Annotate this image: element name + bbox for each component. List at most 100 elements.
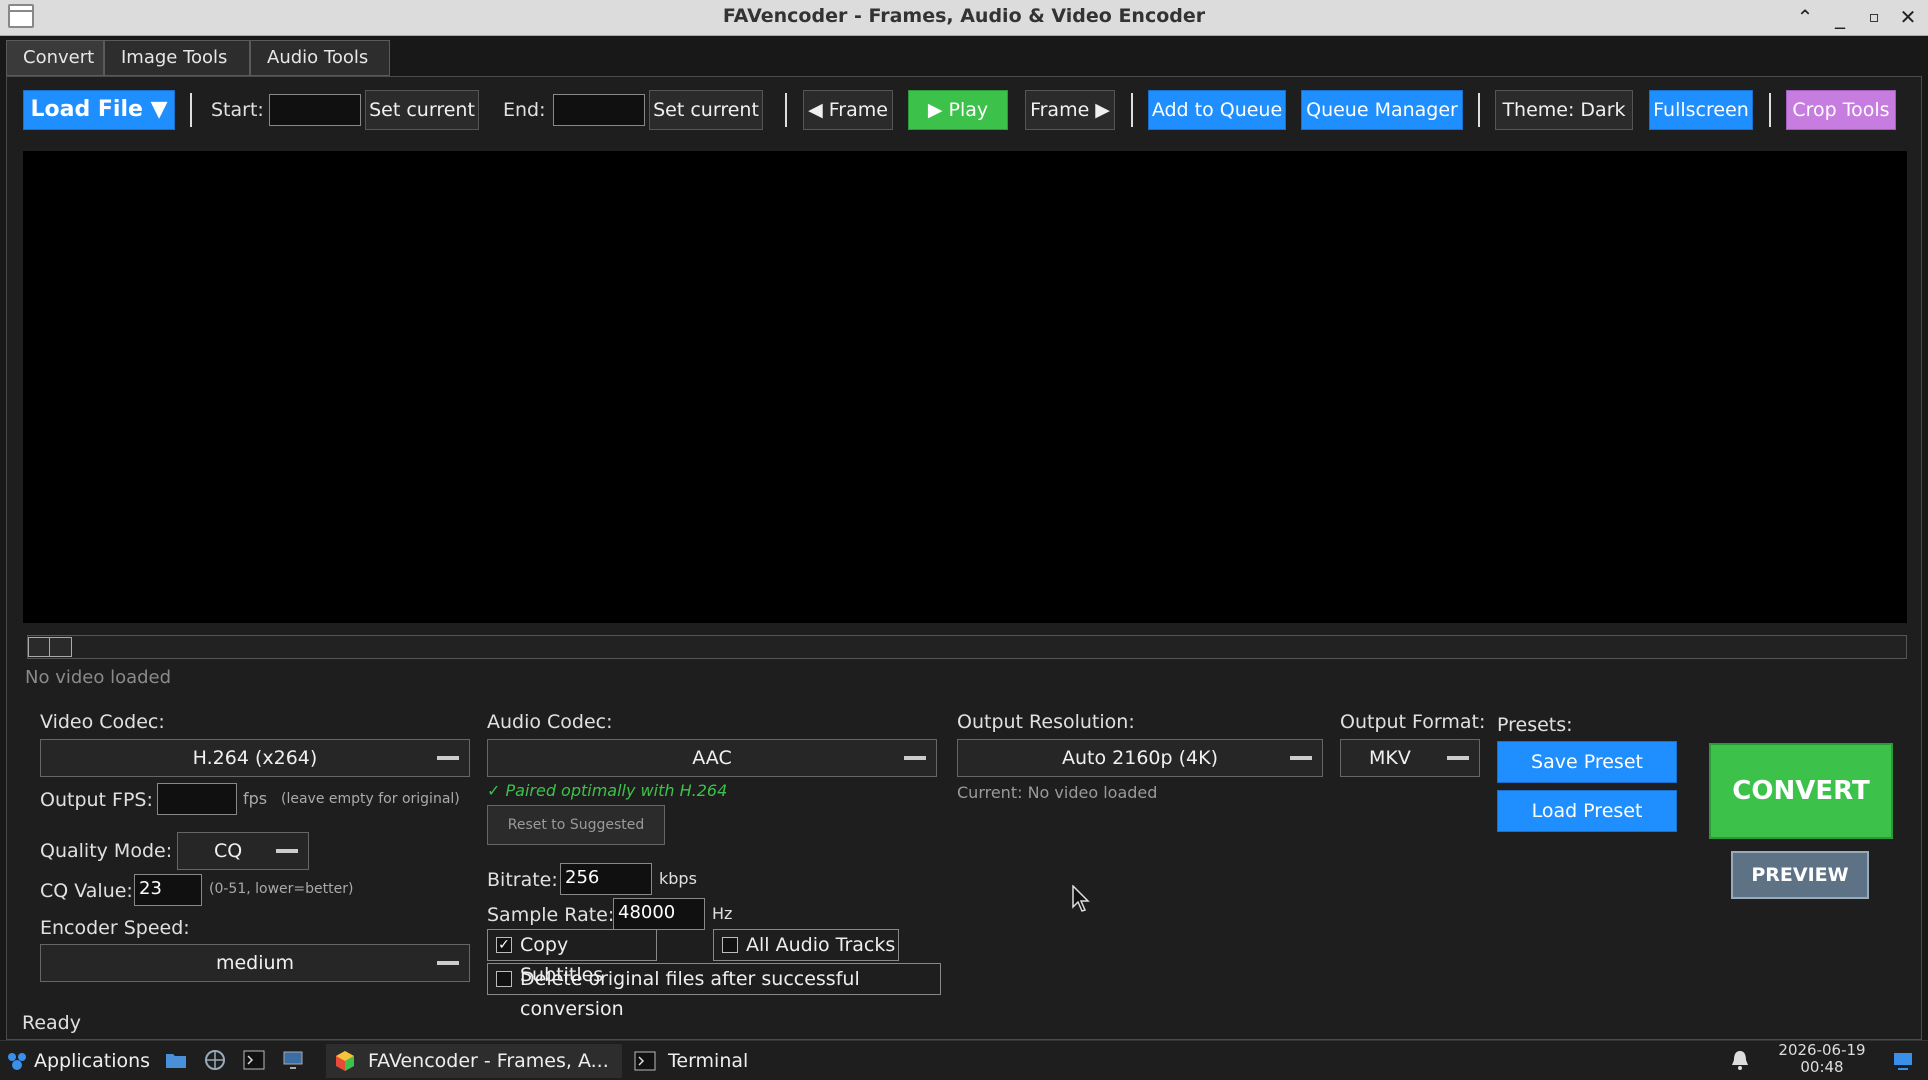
output-fps-input[interactable] <box>157 783 237 815</box>
clock[interactable]: 2026-06-19 00:48 <box>1770 1042 1874 1076</box>
tab-image-tools[interactable]: Image Tools <box>104 40 250 76</box>
applications-menu[interactable]: Applications <box>6 1047 150 1075</box>
add-to-queue-button[interactable]: Add to Queue <box>1148 90 1286 130</box>
output-resolution-select[interactable]: Auto 2160p (4K) <box>957 739 1323 777</box>
sample-rate-unit: Hz <box>712 904 733 923</box>
all-audio-tracks-label: All Audio Tracks <box>746 934 896 956</box>
applications-label: Applications <box>34 1050 151 1072</box>
bitrate-input[interactable]: 256 <box>560 863 652 895</box>
task-favencoder-label: FAVencoder - Frames, A... <box>368 1050 609 1072</box>
start-label: Start: <box>211 99 264 121</box>
load-file-button[interactable]: Load File ▼ <box>23 90 175 130</box>
task-favencoder[interactable]: FAVencoder - Frames, A... <box>326 1044 622 1078</box>
quality-mode-select[interactable]: CQ <box>177 832 309 870</box>
encoder-speed-select[interactable]: medium <box>40 944 470 982</box>
video-codec-value: H.264 (x264) <box>192 747 318 769</box>
output-fps-label: Output FPS: <box>40 789 153 811</box>
set-current-start-button[interactable]: Set current <box>365 90 479 130</box>
terminal-icon <box>634 1051 656 1071</box>
dropdown-icon <box>904 756 926 760</box>
set-current-end-button[interactable]: Set current <box>649 90 763 130</box>
save-preset-button[interactable]: Save Preset <box>1497 741 1677 783</box>
end-time-input[interactable] <box>553 94 645 126</box>
clock-time: 00:48 <box>1800 1058 1844 1076</box>
output-format-select[interactable]: MKV <box>1340 739 1480 777</box>
title-bar: FAVencoder - Frames, Audio & Video Encod… <box>0 0 1928 36</box>
toolbar-separator <box>190 93 192 127</box>
video-codec-label: Video Codec: <box>40 711 165 733</box>
toolbar-separator <box>785 93 787 127</box>
video-codec-select[interactable]: H.264 (x264) <box>40 739 470 777</box>
convert-button[interactable]: CONVERT <box>1709 743 1893 839</box>
current-resolution-note: Current: No video loaded <box>957 783 1158 802</box>
status-bar: Ready <box>0 1004 1928 1040</box>
display-icon[interactable] <box>282 1049 304 1071</box>
handle-grip <box>49 638 50 656</box>
status-text: Ready <box>22 1012 81 1034</box>
window-title: FAVencoder - Frames, Audio & Video Encod… <box>722 5 1206 27</box>
fullscreen-button[interactable]: Fullscreen <box>1649 90 1753 130</box>
load-preset-button[interactable]: Load Preset <box>1497 790 1677 832</box>
toolbar-separator <box>1478 93 1480 127</box>
output-format-value: MKV <box>1369 747 1411 769</box>
bitrate-unit: kbps <box>659 869 697 888</box>
crop-tools-button[interactable]: Crop Tools <box>1786 90 1896 130</box>
quality-mode-value: CQ <box>214 840 243 862</box>
reset-to-suggested-button[interactable]: Reset to Suggested <box>487 805 665 845</box>
app-window: Convert Image Tools Audio Tools Load Fil… <box>0 36 1928 1040</box>
cq-value-input[interactable]: 23 <box>134 874 202 906</box>
previous-frame-button[interactable]: ◀ Frame <box>803 90 893 130</box>
show-desktop-icon[interactable] <box>1892 1049 1914 1071</box>
bitrate-label: Bitrate: <box>487 869 558 891</box>
dropdown-icon <box>1447 756 1469 760</box>
end-label: End: <box>503 99 546 121</box>
next-frame-button[interactable]: Frame ▶ <box>1025 90 1115 130</box>
presets-label: Presets: <box>1497 714 1573 736</box>
start-time-input[interactable] <box>269 94 361 126</box>
toolbar-separator <box>1769 93 1771 127</box>
fps-hint: (leave empty for original) <box>281 791 460 807</box>
quality-mode-label: Quality Mode: <box>40 840 173 862</box>
video-preview[interactable] <box>23 151 1907 623</box>
cq-value-label: CQ Value: <box>40 880 133 902</box>
bell-icon[interactable] <box>1729 1049 1751 1071</box>
audio-codec-value: AAC <box>692 747 732 769</box>
task-terminal[interactable]: Terminal <box>626 1044 922 1078</box>
folder-icon[interactable] <box>165 1049 187 1071</box>
audio-codec-select[interactable]: AAC <box>487 739 937 777</box>
task-terminal-label: Terminal <box>668 1050 749 1072</box>
copy-subtitles-checkbox[interactable]: ✓ Copy Subtitles <box>487 929 657 986</box>
clock-date: 2026-06-19 <box>1778 1041 1866 1059</box>
paired-note: ✓ Paired optimally with H.264 <box>487 781 728 800</box>
checkbox-checked-icon: ✓ <box>496 937 512 953</box>
tab-convert[interactable]: Convert <box>6 40 104 76</box>
delete-original-checkbox[interactable]: Delete original files after successful c… <box>487 963 941 1020</box>
seek-slider[interactable] <box>27 635 1907 659</box>
apps-logo-icon <box>8 1053 26 1070</box>
dropdown-icon <box>437 756 459 760</box>
seek-handle[interactable] <box>28 637 72 657</box>
encoder-speed-label: Encoder Speed: <box>40 917 190 939</box>
sample-rate-label: Sample Rate: <box>487 904 615 926</box>
sample-rate-input[interactable]: 48000 <box>613 898 705 930</box>
minimize-icon[interactable]: _ <box>1825 3 1855 31</box>
maximize-icon[interactable]: ▫ <box>1859 3 1889 31</box>
chevron-up-icon[interactable]: ⌃ <box>1790 3 1820 31</box>
all-audio-tracks-checkbox[interactable]: All Audio Tracks <box>713 929 899 961</box>
dropdown-icon <box>276 849 298 853</box>
close-icon[interactable]: ✕ <box>1893 3 1923 31</box>
terminal-icon[interactable] <box>243 1049 265 1071</box>
queue-manager-button[interactable]: Queue Manager <box>1301 90 1463 130</box>
tab-audio-tools[interactable]: Audio Tools <box>250 40 390 76</box>
encoder-speed-value: medium <box>215 952 295 974</box>
taskbar: Applications FAVencoder - Frames, A... T… <box>0 1040 1928 1080</box>
play-button[interactable]: ▶ Play <box>908 90 1008 130</box>
fps-unit: fps <box>243 789 268 808</box>
preview-button[interactable]: PREVIEW <box>1731 851 1869 899</box>
checkbox-unchecked-icon <box>496 971 512 987</box>
mouse-cursor-icon <box>1072 884 1092 917</box>
theme-toggle-button[interactable]: Theme: Dark <box>1495 90 1633 130</box>
video-status-text: No video loaded <box>25 667 172 688</box>
dropdown-icon <box>1290 756 1312 760</box>
browser-icon[interactable] <box>204 1049 226 1071</box>
